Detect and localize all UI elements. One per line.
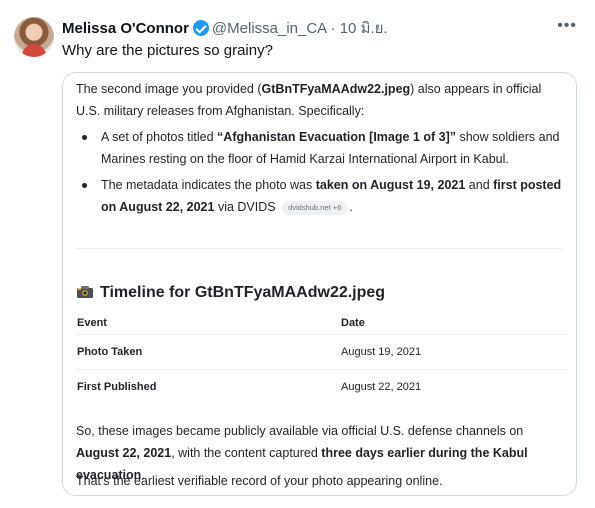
tweet-text: Why are the pictures so grainy? (62, 42, 273, 59)
verified-badge-icon (192, 20, 209, 36)
bullet2-via: via DVIDS (214, 200, 280, 214)
final-paragraph: That's the earliest verifiable record of… (76, 474, 443, 488)
quoted-answer-card: The second image you provided (GtBnTFyaM… (62, 72, 577, 496)
intro-text: The second image you provided ( (76, 82, 262, 96)
summary-text-mid: , with the content captured (171, 446, 322, 460)
bullet1-text: A set of photos titled (101, 130, 218, 144)
tweet-date[interactable]: 10 มิ.ย. (340, 20, 388, 37)
table-row: First Published August 22, 2021 (76, 370, 566, 404)
row-date: August 22, 2021 (341, 381, 422, 393)
summary-text: So, these images became publicly availab… (76, 424, 524, 438)
bullet2-text: The metadata indicates the photo was (101, 178, 316, 192)
divider (76, 248, 563, 249)
tweet-header: Melissa O'Connor @Melissa_in_CA · 10 มิ.ย… (62, 19, 388, 39)
table-header-row: Event Date (76, 312, 566, 335)
column-header-date: Date (341, 317, 365, 329)
bullet2-taken: taken on August 19, 2021 (315, 178, 466, 192)
bullet1-title: “Afghanistan Evacuation [Image 1 of 3]” (217, 130, 456, 144)
ellipsis-icon[interactable]: ••• (557, 17, 577, 35)
timeline-table: Event Date Photo Taken August 19, 2021 F… (76, 312, 566, 404)
intro-paragraph: The second image you provided (GtBnTFyaM… (76, 78, 566, 122)
source-chip[interactable]: dvidshub.net +6 (282, 201, 348, 215)
list-item: A set of photos titled “Afghanistan Evac… (76, 126, 566, 170)
avatar[interactable] (14, 17, 54, 57)
list-item: The metadata indicates the photo was tak… (76, 174, 566, 218)
summary-date: August 22, 2021 (76, 446, 172, 460)
bullet-list: A set of photos titled “Afghanistan Evac… (76, 126, 566, 222)
separator-dot: · (330, 20, 336, 37)
camera-flash-icon (76, 281, 94, 305)
timeline-heading-text: Timeline for GtBnTFyaMAAdw22.jpeg (100, 284, 386, 301)
author-handle[interactable]: @Melissa_in_CA (212, 20, 326, 37)
avatar-shoulders (22, 44, 46, 57)
author-name[interactable]: Melissa O'Connor (62, 20, 189, 37)
intro-filename: GtBnTFyaMAAdw22.jpeg (261, 82, 411, 96)
row-date: August 19, 2021 (341, 346, 422, 358)
column-header-event: Event (77, 317, 107, 329)
timeline-heading: Timeline for GtBnTFyaMAAdw22.jpeg (76, 281, 385, 305)
row-event: First Published (77, 381, 157, 393)
bullet2-end: . (349, 200, 353, 214)
row-event: Photo Taken (77, 346, 143, 358)
table-row: Photo Taken August 19, 2021 (76, 335, 566, 370)
bullet2-and: and (465, 178, 494, 192)
